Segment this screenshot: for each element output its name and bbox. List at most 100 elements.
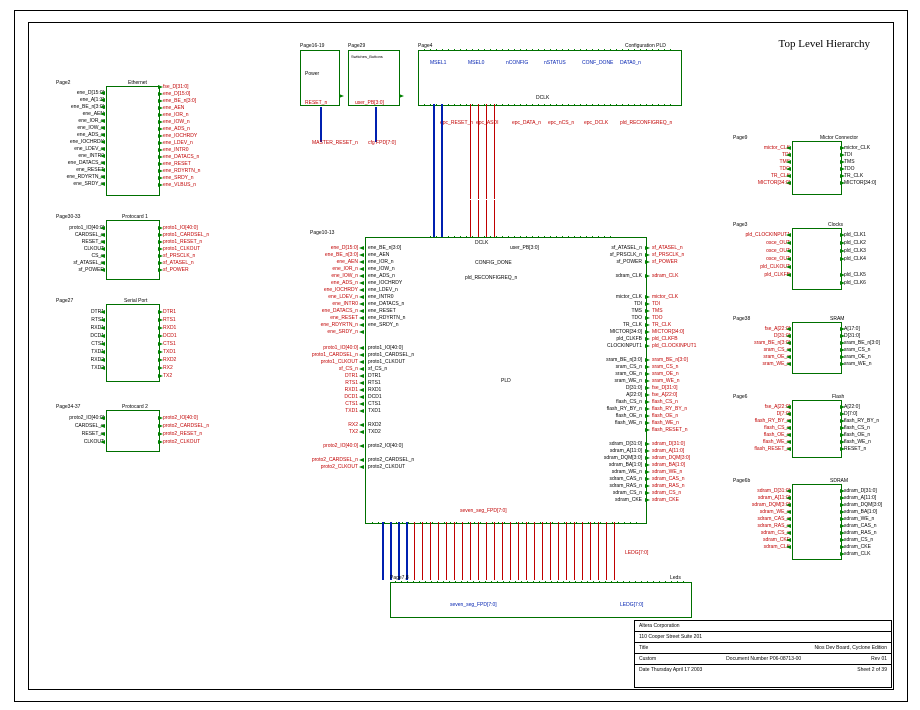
net: proto1_CLKOUT: [163, 246, 200, 252]
net: sdram_WE_n: [652, 469, 682, 475]
net: RXD2: [368, 422, 381, 428]
net: proto2_CARDSEL_n: [163, 423, 209, 429]
pin-icon: [645, 246, 650, 250]
pin-icon: [359, 316, 364, 320]
pin-icon: [100, 133, 105, 137]
net: sram_WE_n: [844, 361, 872, 367]
net: sdram_CS_n: [730, 530, 790, 536]
net: sf_POWER: [590, 259, 642, 265]
pin-icon: [100, 91, 105, 95]
pin-icon: [359, 395, 364, 399]
wire: [478, 200, 479, 237]
net: D[31:0]: [844, 333, 860, 339]
net: TMS: [652, 308, 663, 314]
net: flash_CS_n: [844, 425, 870, 431]
net: sdram_RAS_n: [844, 530, 877, 536]
pin-icon: [840, 419, 845, 423]
net: TDO: [736, 166, 790, 172]
pld-cfgdone: CONFIG_DONE: [475, 260, 512, 266]
net: ene_BE_n[3:0]: [302, 252, 358, 258]
net: sdram_D[31:0]: [844, 488, 877, 494]
net: fse_A[22:0]: [652, 392, 677, 398]
net: sdram_CKE: [590, 497, 642, 503]
net: A[22:0]: [590, 392, 642, 398]
net: sram_OE_n: [734, 354, 790, 360]
net: sram_BE_n[3:0]: [652, 357, 688, 363]
wire: [398, 522, 400, 580]
pin-icon: [158, 334, 163, 338]
pin-icon: [840, 167, 845, 171]
net: RTS1: [163, 317, 176, 323]
net: TDI: [736, 152, 790, 158]
net: ene_D[15:0]: [163, 91, 190, 97]
net: ene_RESET: [163, 161, 191, 167]
pin-icon: [158, 240, 163, 244]
pin-icon: [100, 318, 105, 322]
pin-icon: [840, 160, 845, 164]
net: ene_RDYRTN_n: [60, 174, 104, 180]
net: ene_LDEV_n: [60, 146, 104, 152]
wire: [470, 200, 471, 237]
net: sdram_D[31:0]: [590, 441, 642, 447]
pins: [424, 49, 674, 50]
net: ene_RESET: [368, 308, 396, 314]
pin-icon: [645, 477, 650, 481]
wire: [582, 522, 583, 580]
net: ene_ADS_n: [60, 132, 104, 138]
net: MSEL0: [468, 60, 484, 66]
net: ene_RDYRTN_n: [163, 168, 200, 174]
net: RXD2: [163, 357, 176, 363]
net: TXD1: [163, 349, 176, 355]
tb-company: Altera Corporation: [639, 623, 680, 629]
pin-icon: [100, 147, 105, 151]
pin-icon: [840, 327, 845, 331]
net: sdram_BA[1:0]: [652, 462, 685, 468]
pin-icon: [359, 353, 364, 357]
net: proto2_CLKOUT: [368, 464, 405, 470]
pin-icon: [840, 249, 845, 253]
net: MICTOR[34:0]: [844, 180, 876, 186]
pin-icon: [786, 447, 791, 451]
block-power-name: Power: [305, 71, 319, 77]
bus: [433, 206, 435, 237]
wire: [510, 522, 511, 580]
pin-icon: [786, 257, 791, 261]
net: ene_VLBUS_n: [163, 182, 196, 188]
pin-icon: [645, 302, 650, 306]
net: pld_CLOCKINPUT1: [730, 232, 790, 238]
net: sram_WE_n: [652, 378, 680, 384]
net: sdram_A[11:0]: [730, 495, 790, 501]
page-title: Top Level Hierarchy: [779, 38, 870, 50]
net: sram_BE_n[3:0]: [590, 357, 642, 363]
net: sram_CS_n: [652, 364, 678, 370]
net: epc_DATA_n: [512, 120, 541, 126]
net: sf_ATASEL_n: [652, 245, 683, 251]
net: ene_AEN: [302, 259, 358, 265]
net: MSEL1: [430, 60, 446, 66]
pin-icon: [100, 247, 105, 251]
tb-date: Thursday April 17 2003: [651, 667, 702, 673]
net: sdram_CS_n: [844, 537, 873, 543]
net: ene_IOCHRDY: [60, 139, 104, 145]
net: ene_DATACS_n: [60, 160, 104, 166]
wire: [486, 200, 487, 237]
net: ene_SRDY_n: [302, 329, 358, 335]
net: nCONFIG: [506, 60, 528, 66]
net: ene_ADS_n: [368, 273, 395, 279]
pin-icon: [158, 310, 163, 314]
wire: [502, 522, 503, 580]
pin-icon: [100, 112, 105, 116]
net: ene_IOR_n: [163, 112, 189, 118]
pin-icon: [359, 444, 364, 448]
page-ref-pld: Page10-13: [310, 230, 334, 236]
pin-icon: [359, 246, 364, 250]
pin-icon: [840, 524, 845, 528]
net: ene_ADS_n: [302, 280, 358, 286]
net: ene_IOR_n: [60, 118, 104, 124]
pin-icon: [786, 355, 791, 359]
net: sdram_CKE: [844, 544, 871, 550]
pin-icon: [158, 374, 163, 378]
pin-icon: [645, 491, 650, 495]
pin-icon: [645, 323, 650, 327]
net: RX2: [163, 365, 173, 371]
